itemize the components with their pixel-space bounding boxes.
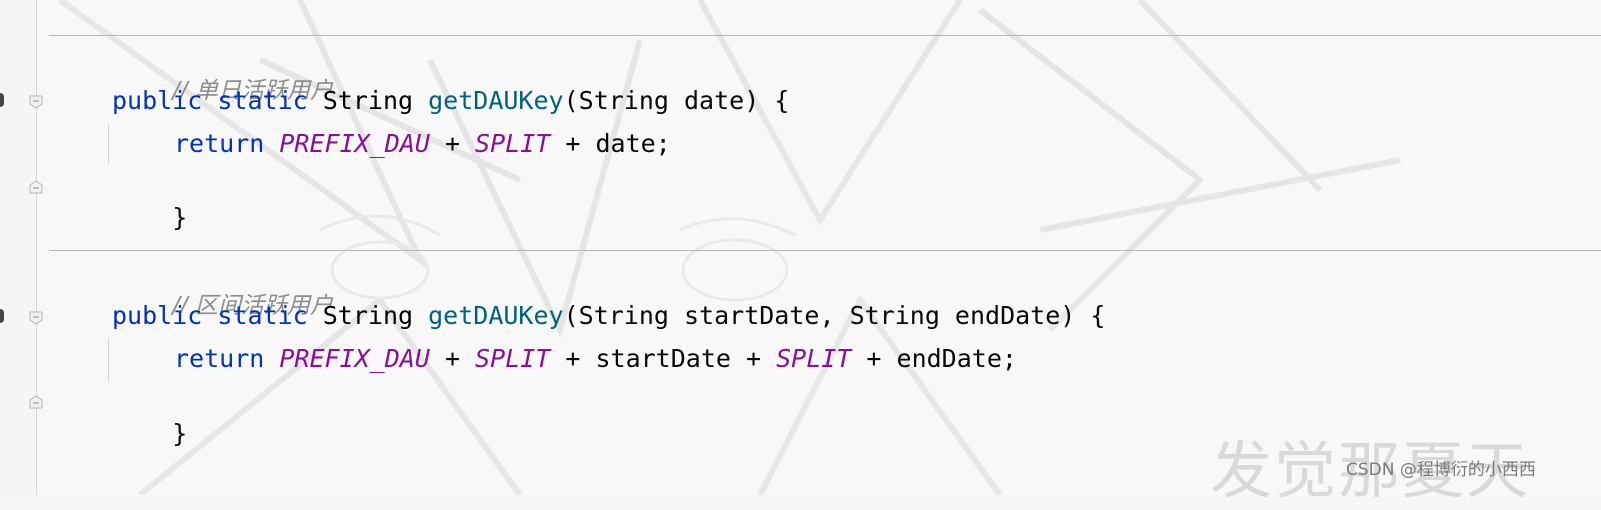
- code-line-close-brace[interactable]: }: [112, 170, 187, 266]
- expression-mid: + startDate +: [550, 344, 777, 373]
- indent-guide: [108, 339, 109, 381]
- return-type: String: [322, 301, 414, 330]
- code-line-return[interactable]: return PREFIX_DAU + SPLIT + date;: [174, 128, 671, 160]
- fold-end-icon[interactable]: [29, 395, 43, 409]
- method-separator: [49, 250, 1601, 251]
- constant-prefix-dau: PREFIX_DAU: [279, 344, 430, 373]
- operator: +: [429, 344, 476, 373]
- code-line-return[interactable]: return PREFIX_DAU + SPLIT + startDate + …: [174, 343, 1017, 375]
- method-params: (String startDate, String endDate) {: [563, 301, 1106, 330]
- constant-split: SPLIT: [776, 344, 852, 373]
- keyword-public: public: [112, 301, 203, 330]
- keyword-static: static: [217, 86, 308, 115]
- constant-prefix-dau: PREFIX_DAU: [279, 129, 430, 158]
- method-params: (String date) {: [563, 86, 790, 115]
- fold-collapse-icon[interactable]: [29, 95, 43, 109]
- method-name: getDAUKey: [428, 301, 564, 330]
- keyword-return: return: [174, 344, 265, 373]
- expression-rest: + date;: [550, 129, 671, 158]
- expression-rest: + endDate;: [851, 344, 1017, 373]
- gutter-marker: [0, 309, 4, 323]
- fold-end-icon[interactable]: [29, 180, 43, 194]
- method-separator: [49, 35, 1601, 36]
- return-type: String: [322, 86, 414, 115]
- code-line-method-signature[interactable]: public static String getDAUKey(String st…: [112, 300, 1105, 332]
- operator: +: [429, 129, 476, 158]
- method-name: getDAUKey: [428, 86, 564, 115]
- editor-gutter: [0, 0, 37, 495]
- close-brace: }: [172, 203, 188, 232]
- keyword-return: return: [174, 129, 265, 158]
- code-line-close-brace[interactable]: }: [112, 386, 187, 482]
- constant-split: SPLIT: [475, 344, 551, 373]
- indent-guide: [108, 124, 109, 164]
- code-editor[interactable]: // 单日活跃用户 public static String getDAUKey…: [0, 0, 1601, 507]
- gutter-marker: [0, 93, 4, 107]
- csdn-watermark: CSDN @程博衍的小西西: [1346, 460, 1536, 480]
- keyword-static: static: [217, 301, 308, 330]
- gutter-border: [36, 0, 37, 495]
- keyword-public: public: [112, 86, 203, 115]
- constant-split: SPLIT: [475, 129, 551, 158]
- code-line-method-signature[interactable]: public static String getDAUKey(String da…: [112, 85, 789, 117]
- fold-collapse-icon[interactable]: [29, 311, 43, 325]
- close-brace: }: [172, 419, 188, 448]
